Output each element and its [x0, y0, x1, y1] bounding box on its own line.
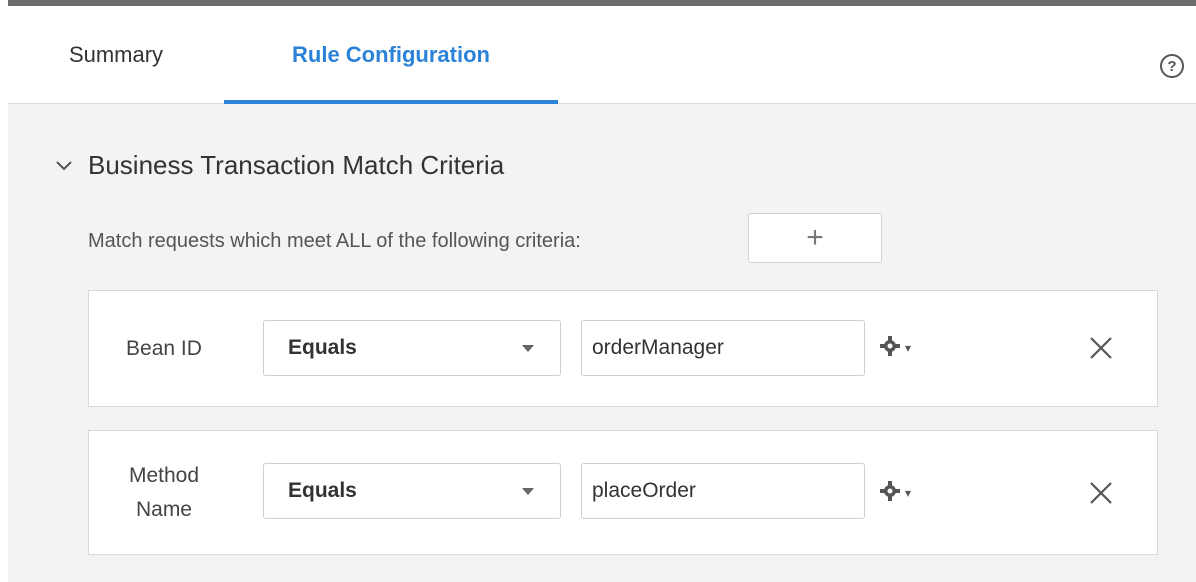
- value-input[interactable]: placeOrder: [581, 463, 865, 519]
- chevron-down-icon: ▾: [905, 341, 912, 355]
- operator-select[interactable]: Equals: [263, 320, 561, 376]
- chevron-down-icon: [50, 153, 78, 177]
- criteria-description: Match requests which meet ALL of the fol…: [88, 229, 581, 252]
- tab-rule-configuration-label: Rule Configuration: [292, 41, 490, 67]
- settings-menu-button[interactable]: ▾: [879, 478, 929, 508]
- caret-down-icon: [522, 488, 534, 495]
- left-edge: [0, 0, 8, 582]
- tab-rule-configuration[interactable]: Rule Configuration: [224, 6, 558, 104]
- value-text: orderManager: [592, 336, 724, 359]
- value-text: placeOrder: [592, 479, 696, 502]
- add-criteria-button[interactable]: +: [748, 213, 882, 263]
- tab-summary[interactable]: Summary: [36, 6, 196, 103]
- section-title: Business Transaction Match Criteria: [88, 149, 505, 180]
- criteria-label: Method Name: [128, 463, 200, 521]
- tab-summary-label: Summary: [68, 41, 164, 67]
- value-input[interactable]: orderManager: [581, 320, 865, 376]
- gear-icon: [879, 335, 901, 362]
- remove-criteria-button[interactable]: [1085, 332, 1117, 364]
- help-icon[interactable]: ?: [1160, 54, 1184, 78]
- operator-select[interactable]: Equals: [263, 463, 561, 519]
- plus-icon: +: [806, 221, 824, 254]
- caret-down-icon: [522, 345, 534, 352]
- operator-value: Equals: [288, 336, 357, 359]
- chevron-down-icon: ▾: [905, 486, 912, 500]
- operator-value: Equals: [288, 479, 357, 502]
- active-tab-indicator: [224, 100, 558, 104]
- criteria-row: Bean ID Equals orderManager ▾: [88, 290, 1158, 407]
- tab-bar: Summary Rule Configuration ?: [8, 6, 1196, 104]
- criteria-label: Bean ID: [126, 336, 202, 360]
- gear-icon: [879, 480, 901, 507]
- settings-menu-button[interactable]: ▾: [879, 333, 929, 363]
- close-icon: [1090, 482, 1112, 504]
- close-icon: [1090, 337, 1112, 359]
- criteria-row: Method Name Equals placeOrder ▾: [88, 430, 1158, 555]
- remove-criteria-button[interactable]: [1085, 477, 1117, 509]
- section-toggle[interactable]: Business Transaction Match Criteria: [50, 145, 504, 185]
